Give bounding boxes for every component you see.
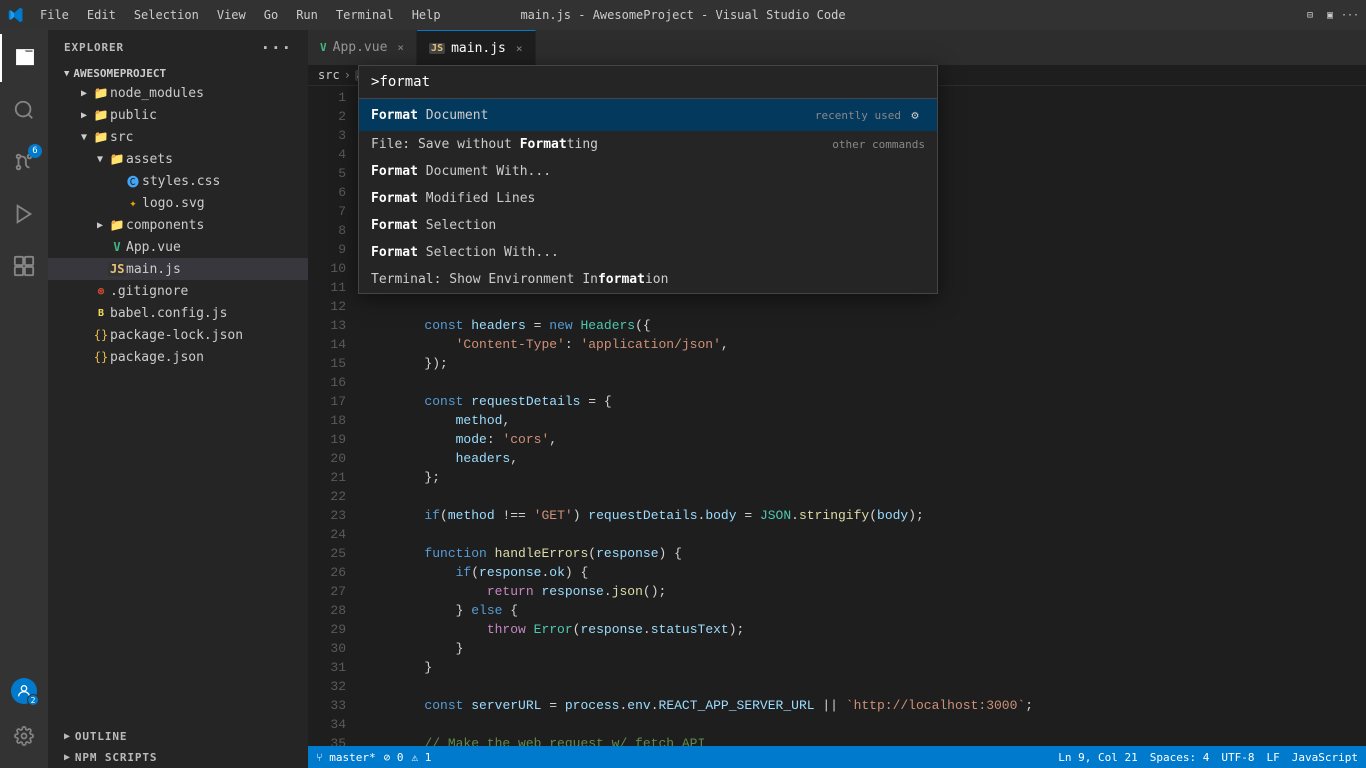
format-document-gear-icon[interactable]: ⚙	[905, 105, 925, 125]
dropdown-item-format-selection[interactable]: Format Selection	[359, 212, 937, 239]
status-bar-left: ⑂ master* ⊘ 0 ⚠ 1	[316, 751, 431, 764]
menu-view[interactable]: View	[209, 6, 254, 24]
npm-scripts-section-header[interactable]: ▶ NPM SCRIPTS	[48, 747, 308, 768]
terminal-info-label: Terminal: Show Environment Information	[371, 272, 668, 287]
line-ending[interactable]: LF	[1267, 751, 1280, 764]
command-input-bar: >format	[359, 66, 937, 99]
extensions-activity-icon[interactable]	[0, 242, 48, 290]
breadcrumb-src[interactable]: src	[318, 68, 340, 82]
activity-bar-bottom: 2	[0, 678, 48, 768]
account-icon[interactable]: 2	[11, 678, 37, 704]
command-dropdown: >format Format Document recently used ⚙ …	[358, 65, 938, 294]
tab-main-js-label: main.js	[451, 41, 506, 56]
tab-main-js-close[interactable]: ×	[516, 42, 523, 55]
git-branch-status[interactable]: ⑂ master*	[316, 751, 376, 764]
sidebar-header: EXPLORER ···	[48, 30, 308, 65]
debug-activity-icon[interactable]	[0, 190, 48, 238]
indentation[interactable]: Spaces: 4	[1150, 751, 1210, 764]
sidebar-more-button[interactable]: ···	[260, 38, 292, 57]
breadcrumb-separator: ›	[344, 68, 351, 82]
tab-app-vue-close[interactable]: ×	[397, 41, 404, 54]
activity-bar: 6 2	[0, 30, 48, 768]
dropdown-item-format-document[interactable]: Format Document recently used ⚙	[359, 99, 937, 131]
outline-section-header[interactable]: ▶ OUTLINE	[48, 726, 308, 747]
format-document-label: Format Document	[371, 108, 488, 123]
tab-main-js[interactable]: JS main.js ×	[417, 30, 535, 65]
project-root-item[interactable]: ▼ AWESOMEPROJECT	[48, 65, 308, 82]
source-control-activity-icon[interactable]: 6	[0, 138, 48, 186]
main-layout: 6 2 EXPLORER ··· ▼ AWESOMEPROJECT	[0, 30, 1366, 768]
editor-area: V App.vue × JS main.js × src › JS main.j…	[308, 30, 1366, 768]
sidebar: EXPLORER ··· ▼ AWESOMEPROJECT ▶ 📁 node_m…	[48, 30, 308, 768]
window-title: main.js - AwesomeProject - Visual Studio…	[520, 8, 845, 22]
language-mode[interactable]: JavaScript	[1292, 751, 1358, 764]
dropdown-item-format-document-with[interactable]: Format Document With...	[359, 158, 937, 185]
vscode-logo-icon	[8, 7, 24, 23]
encoding[interactable]: UTF-8	[1221, 751, 1254, 764]
format-selection-label: Format Selection	[371, 218, 496, 233]
command-input-text: >format	[371, 74, 430, 90]
window-controls: ⊟ ▣ ···	[1302, 7, 1358, 23]
tree-item-package-json[interactable]: {} package.json	[48, 346, 308, 368]
tabs-bar: V App.vue × JS main.js ×	[308, 30, 1366, 65]
dropdown-item-format-modified-lines[interactable]: Format Modified Lines	[359, 185, 937, 212]
tree-item-assets[interactable]: ▼ 📁 assets	[48, 148, 308, 170]
dropdown-item-terminal-info[interactable]: Terminal: Show Environment Information	[359, 266, 937, 293]
menu-help[interactable]: Help	[404, 6, 449, 24]
sidebar-sections: ▶ OUTLINE ▶ NPM SCRIPTS	[48, 726, 308, 768]
format-modified-lines-label: Format Modified Lines	[371, 191, 535, 206]
tree-item-public[interactable]: ▶ 📁 public	[48, 104, 308, 126]
other-commands-label: other commands	[832, 138, 925, 151]
explorer-activity-icon[interactable]	[0, 34, 48, 82]
tree-item-styles-css[interactable]: 🅒 styles.css	[48, 170, 308, 192]
explorer-title: EXPLORER	[64, 41, 124, 54]
file-tree: ▶ 📁 node_modules ▶ 📁 public ▼ 📁 src	[48, 82, 308, 726]
status-bar-right: Ln 9, Col 21 Spaces: 4 UTF-8 LF JavaScri…	[1058, 751, 1358, 764]
tree-item-components[interactable]: ▶ 📁 components	[48, 214, 308, 236]
tree-item-package-lock[interactable]: {} package-lock.json	[48, 324, 308, 346]
search-activity-icon[interactable]	[0, 86, 48, 134]
menu-terminal[interactable]: Terminal	[328, 6, 402, 24]
layout-icon[interactable]: ⊟	[1302, 7, 1318, 23]
tree-item-main-js[interactable]: JS main.js	[48, 258, 308, 280]
tab-app-vue-label: App.vue	[333, 40, 388, 55]
error-count[interactable]: ⊘ 0	[384, 751, 404, 764]
tree-item-gitignore[interactable]: ⊛ .gitignore	[48, 280, 308, 302]
dropdown-item-save-without-formatting[interactable]: File: Save without Formatting other comm…	[359, 131, 937, 158]
menu-selection[interactable]: Selection	[126, 6, 207, 24]
status-bar: ⑂ master* ⊘ 0 ⚠ 1 Ln 9, Col 21 Spaces: 4…	[308, 746, 1366, 768]
tree-item-logo-svg[interactable]: ✦ logo.svg	[48, 192, 308, 214]
format-document-with-label: Format Document With...	[371, 164, 551, 179]
titlebar: File Edit Selection View Go Run Terminal…	[0, 0, 1366, 30]
more-actions-icon[interactable]: ···	[1342, 7, 1358, 23]
menu-go[interactable]: Go	[256, 6, 286, 24]
menu-file[interactable]: File	[32, 6, 77, 24]
tree-item-src[interactable]: ▼ 📁 src	[48, 126, 308, 148]
tab-app-vue[interactable]: V App.vue ×	[308, 30, 417, 65]
line-numbers: 12345 678910 1112131415 1617181920 21222…	[308, 86, 358, 746]
tree-item-app-vue[interactable]: V App.vue	[48, 236, 308, 258]
cursor-position[interactable]: Ln 9, Col 21	[1058, 751, 1137, 764]
save-without-formatting-label: File: Save without Formatting	[371, 137, 598, 152]
format-selection-with-label: Format Selection With...	[371, 245, 559, 260]
menu-run[interactable]: Run	[288, 6, 326, 24]
menu-bar: File Edit Selection View Go Run Terminal…	[32, 6, 449, 24]
split-editor-icon[interactable]: ▣	[1322, 7, 1338, 23]
tree-item-node-modules[interactable]: ▶ 📁 node_modules	[48, 82, 308, 104]
recently-used-label: recently used	[815, 109, 901, 122]
tree-item-babel-config[interactable]: B babel.config.js	[48, 302, 308, 324]
warning-count[interactable]: ⚠ 1	[411, 751, 431, 764]
menu-edit[interactable]: Edit	[79, 6, 124, 24]
settings-gear-icon[interactable]	[0, 712, 48, 760]
dropdown-item-format-selection-with[interactable]: Format Selection With...	[359, 239, 937, 266]
